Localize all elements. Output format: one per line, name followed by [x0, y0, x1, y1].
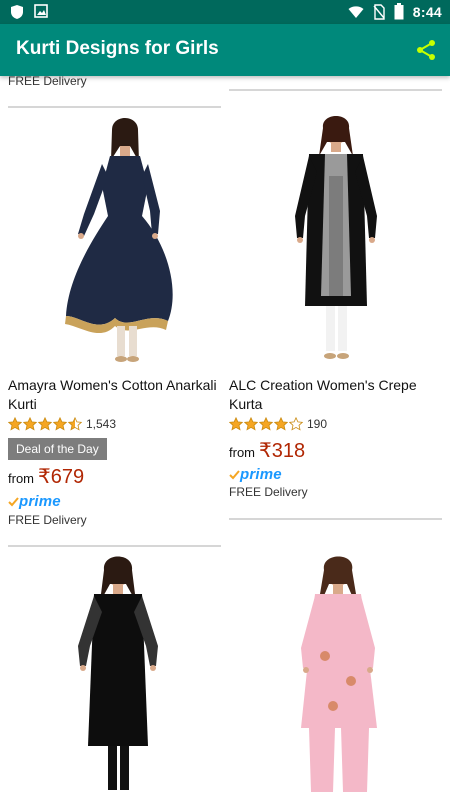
checkmark-icon	[8, 496, 19, 506]
star-icon	[259, 417, 273, 431]
price-value: ₹679	[38, 466, 85, 488]
price-row: from ₹679	[8, 464, 84, 489]
divider	[8, 545, 221, 547]
product-image[interactable]	[229, 116, 443, 366]
star-icon	[38, 417, 52, 431]
image-icon	[34, 4, 48, 18]
product-card[interactable]	[229, 556, 443, 800]
delivery-text: FREE Delivery	[8, 76, 87, 88]
wifi-icon	[348, 5, 364, 18]
deal-badge: Deal of the Day	[8, 438, 107, 460]
status-bar: 8:44	[0, 0, 450, 24]
delivery-text: FREE Delivery	[8, 513, 87, 527]
star-icon	[23, 417, 37, 431]
product-card[interactable]	[8, 556, 222, 800]
prime-badge: prime	[229, 466, 282, 483]
product-title[interactable]: Amayra Women's Cotton Anarkali Kurti	[8, 376, 222, 414]
share-icon[interactable]	[414, 38, 438, 62]
star-icon	[274, 417, 288, 431]
review-count: 1,543	[86, 417, 117, 431]
divider	[229, 518, 442, 520]
product-image[interactable]	[8, 556, 222, 800]
star-icon	[289, 417, 303, 431]
star-icon	[244, 417, 258, 431]
app-bar: Kurti Designs for Girls	[0, 24, 450, 76]
price-row: from ₹318	[229, 438, 305, 463]
delivery-text: FREE Delivery	[229, 485, 308, 499]
product-card[interactable]: Amayra Women's Cotton Anarkali Kurti 1,5…	[8, 116, 222, 556]
product-card[interactable]: ALC Creation Women's Crepe Kurta 190 fro…	[229, 116, 443, 536]
price-value: ₹318	[259, 440, 306, 462]
star-icon	[229, 417, 243, 431]
price-prefix: from	[229, 445, 255, 460]
page-title: Kurti Designs for Girls	[16, 38, 219, 59]
star-rating	[229, 417, 303, 431]
prime-badge: prime	[8, 493, 61, 510]
prime-label: prime	[19, 493, 61, 510]
star-rating	[8, 417, 82, 431]
product-image[interactable]	[8, 116, 222, 366]
no-sim-icon	[373, 3, 385, 20]
shield-icon	[11, 5, 23, 19]
product-rating: 190	[229, 417, 327, 431]
product-image[interactable]	[229, 556, 443, 800]
star-icon	[53, 417, 67, 431]
divider	[229, 89, 442, 91]
product-grid[interactable]: FREE Delivery Amayra Women's Cotton Anar…	[0, 76, 450, 800]
star-icon	[8, 417, 22, 431]
prime-label: prime	[240, 466, 282, 483]
clock: 8:44	[412, 3, 442, 20]
star-icon	[68, 417, 82, 431]
review-count: 190	[307, 417, 328, 431]
checkmark-icon	[229, 469, 240, 479]
battery-icon	[394, 3, 404, 20]
price-prefix: from	[8, 471, 34, 486]
divider	[8, 106, 221, 108]
product-title[interactable]: ALC Creation Women's Crepe Kurta	[229, 376, 443, 414]
product-rating: 1,543	[8, 417, 116, 431]
